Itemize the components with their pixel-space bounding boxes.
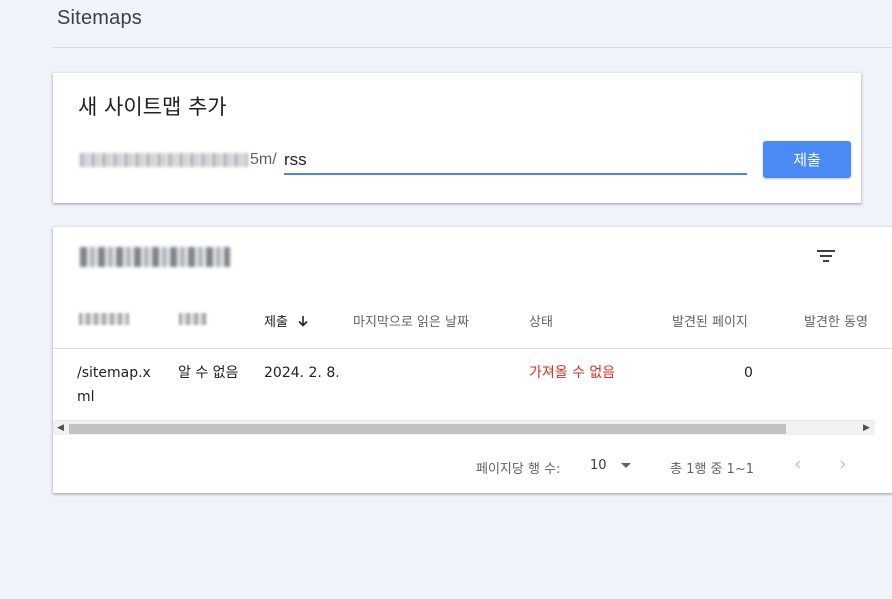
cell-type: 알 수 없음 <box>178 365 239 381</box>
add-sitemap-card: 새 사이트맵 추가 5m/ 제출 <box>53 73 861 203</box>
chevron-left-icon[interactable]: ‹ <box>794 453 802 475</box>
rows-per-page-select[interactable]: 10 <box>590 458 607 473</box>
column-submitted[interactable]: 제출 <box>264 311 309 330</box>
scroll-left-icon[interactable]: ◀ <box>57 422 64 433</box>
horizontal-scrollbar[interactable]: ◀ ▶ <box>53 420 875 435</box>
sort-descending-icon <box>298 316 308 327</box>
pagination-range: 총 1행 중 1~1 <box>670 462 754 477</box>
column-status[interactable]: 상태 <box>529 311 553 330</box>
table-row[interactable]: /sitemap.xml 알 수 없음 2024. 2. 8. 가져올 수 없음… <box>53 349 892 419</box>
submit-button[interactable]: 제출 <box>763 141 851 178</box>
cell-sitemap: /sitemap.xml <box>77 365 151 405</box>
table-header: 제출 마지막으로 읽은 날짜 상태 발견된 페이지 발견한 동영 <box>53 305 892 349</box>
redacted-domain <box>80 153 248 167</box>
chevron-right-icon[interactable]: › <box>839 453 847 475</box>
cell-submitted: 2024. 2. 8. <box>264 365 340 381</box>
scroll-right-icon[interactable]: ▶ <box>863 422 870 433</box>
submitted-sitemaps-title-redacted <box>80 247 230 267</box>
filter-icon[interactable] <box>816 247 836 265</box>
column-type-redacted[interactable] <box>179 313 207 325</box>
cell-status: 가져올 수 없음 <box>529 365 616 381</box>
cell-discovered-pages: 0 <box>744 365 753 381</box>
title-divider <box>52 47 892 48</box>
column-discovered-pages[interactable]: 발견된 페이지 <box>672 311 748 330</box>
url-prefix-suffix: 5m/ <box>250 151 277 168</box>
pagination-footer: 페이지당 행 수: 10 총 1행 중 1~1 ‹ › <box>53 435 875 493</box>
column-discovered-videos[interactable]: 발견한 동영 <box>804 311 868 330</box>
add-sitemap-title: 새 사이트맵 추가 <box>78 95 227 119</box>
submitted-sitemaps-card: 제출 마지막으로 읽은 날짜 상태 발견된 페이지 발견한 동영 /sitema… <box>53 227 892 493</box>
chevron-down-icon[interactable] <box>621 463 631 468</box>
site-url-prefix: 5m/ <box>80 149 277 171</box>
column-sitemap-redacted[interactable] <box>79 313 129 325</box>
column-last-read[interactable]: 마지막으로 읽은 날짜 <box>353 311 469 330</box>
sitemap-url-input[interactable] <box>284 147 747 175</box>
rows-per-page-label: 페이지당 행 수: <box>476 462 561 477</box>
page-title: Sitemaps <box>57 7 142 29</box>
scrollbar-thumb[interactable] <box>69 424 786 434</box>
